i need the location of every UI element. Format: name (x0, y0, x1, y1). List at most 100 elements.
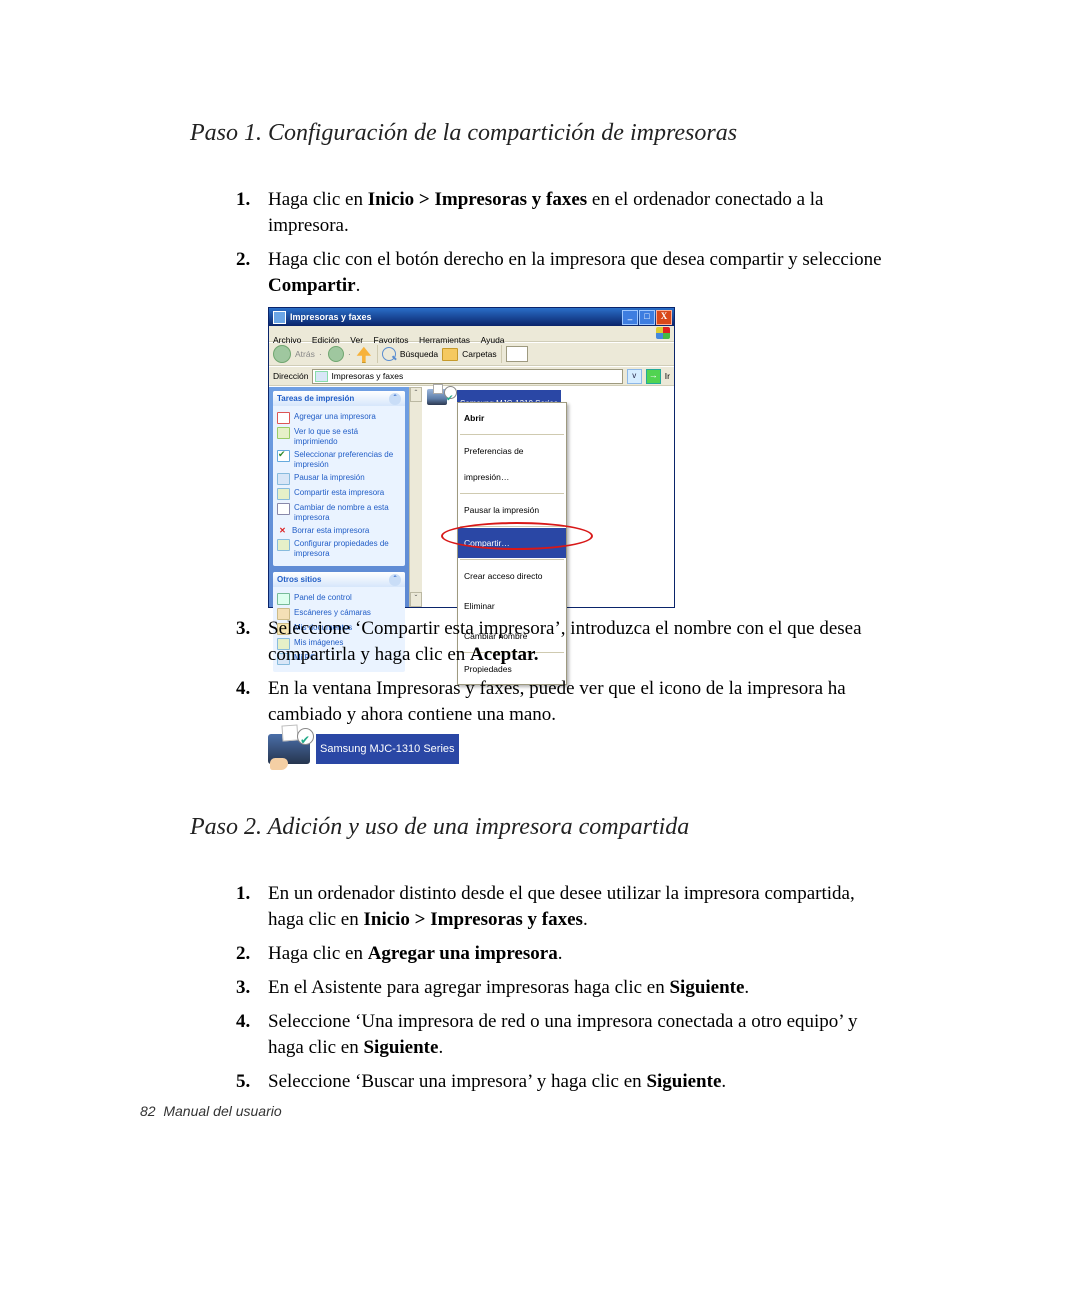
ctx-pausar[interactable]: Pausar la impresión (458, 495, 566, 525)
address-input[interactable]: Impresoras y faxes (312, 369, 622, 384)
menu-ayuda[interactable]: Ayuda (481, 335, 505, 345)
task-label: Compartir esta impresora (294, 488, 384, 498)
share-icon (277, 488, 290, 500)
task-pause[interactable]: Pausar la impresión (277, 471, 401, 486)
text-bold: Siguiente (669, 977, 744, 998)
menu-archivo[interactable]: Archivo (273, 335, 301, 345)
close-button[interactable]: X (656, 310, 672, 325)
text: . (438, 1037, 443, 1058)
text: En el Asistente para agregar impresoras … (268, 977, 669, 998)
text: En la ventana Impresoras y faxes, puede … (268, 678, 846, 725)
separator (460, 526, 564, 527)
folders-icon[interactable] (442, 348, 458, 361)
ctx-abrir[interactable]: Abrir (458, 403, 566, 433)
folder-view[interactable]: Samsung MJC-1310 Series Abrir Preferenci… (422, 387, 674, 607)
panel-header[interactable]: Otros sitios ˆ (273, 572, 405, 587)
text: Seleccione ‘Una impresora de red o una i… (268, 1011, 857, 1058)
panel-title: Otros sitios (277, 567, 321, 593)
task-properties[interactable]: Configurar propiedades deimpresora (277, 537, 401, 560)
task-pane: Tareas de impresión ˆ Agregar una impres… (269, 387, 409, 607)
forward-icon[interactable] (328, 346, 344, 362)
scroll-track[interactable] (410, 402, 422, 592)
views-icon[interactable] (506, 346, 528, 362)
text: Haga clic en (268, 189, 368, 210)
properties-icon (277, 539, 290, 551)
task-preferences[interactable]: Seleccionar preferencias deimpresión (277, 448, 401, 471)
s2-step-5: 5. Seleccione ‘Buscar una impresora’ y h… (268, 1069, 890, 1095)
printer-name-selected: Samsung MJC-1310 Series (316, 734, 459, 764)
default-check-icon (297, 728, 314, 745)
list-number: 5. (236, 1069, 250, 1095)
up-folder-icon[interactable] (355, 345, 373, 363)
list-number: 1. (236, 881, 250, 907)
scrollbar[interactable]: ˆ ˇ (409, 387, 422, 607)
ctx-compartir[interactable]: Compartir… (458, 528, 566, 558)
text: . (744, 977, 749, 998)
text: Seleccione ‘Buscar una impresora’ y haga… (268, 1071, 646, 1092)
task-see-jobs[interactable]: Ver lo que se está imprimiendo (277, 425, 401, 448)
pause-icon (277, 473, 290, 485)
text: . (583, 909, 588, 930)
task-label: Panel de control (294, 593, 352, 603)
printers-icon (273, 311, 286, 324)
text-bold: Siguiente (646, 1071, 721, 1092)
list-number: 2. (236, 941, 250, 967)
ctx-preferencias[interactable]: Preferencias de impresión… (458, 436, 566, 492)
back-icon[interactable] (273, 345, 291, 363)
separator (377, 345, 378, 363)
chevron-up-icon[interactable]: ˆ (389, 393, 401, 405)
section1-list: 1. Haga clic en Inicio > Impresoras y fa… (190, 187, 890, 764)
windows-flag-icon (656, 327, 670, 339)
go-button[interactable]: → (646, 369, 661, 384)
scroll-up-icon[interactable]: ˆ (410, 387, 422, 402)
menu-edicion[interactable]: Edición (312, 335, 340, 345)
address-dropdown[interactable]: v (627, 369, 642, 384)
search-icon[interactable] (382, 347, 396, 361)
chevron-up-icon[interactable]: ˆ (389, 574, 401, 586)
list-number: 1. (236, 187, 250, 213)
maximize-button[interactable]: □ (639, 310, 655, 325)
menu-herramientas[interactable]: Herramientas (419, 335, 470, 345)
text-bold: Siguiente (363, 1037, 438, 1058)
menu-ver[interactable]: Ver (350, 335, 363, 345)
menu-favoritos[interactable]: Favoritos (374, 335, 409, 345)
separator (501, 345, 502, 363)
task-share[interactable]: Compartir esta impresora (277, 486, 401, 501)
ctx-acceso-directo[interactable]: Crear acceso directo (458, 561, 566, 591)
text: . (558, 943, 563, 964)
task-delete[interactable]: ✕Borrar esta impresora (277, 524, 401, 537)
task-label: Seleccionar preferencias deimpresión (294, 450, 393, 470)
page-footer: 82 Manual del usuario (140, 1103, 282, 1119)
scroll-down-icon[interactable]: ˇ (410, 592, 422, 607)
task-label: Agregar una impresora (294, 412, 376, 422)
text-bold: Compartir (268, 275, 356, 296)
task-label: Pausar la impresión (294, 473, 365, 483)
s1-step-3: 3. Seleccione ‘Compartir esta impresora’… (268, 616, 890, 668)
section2-title: Paso 2. Adición y uso de una impresora c… (190, 814, 890, 841)
separator (460, 493, 564, 494)
text-bold: Agregar una impresora (368, 943, 558, 964)
printers-icon (315, 371, 328, 382)
list-number: 4. (236, 1009, 250, 1035)
ctx-label: Compartir… (464, 538, 510, 548)
task-add-printer[interactable]: Agregar una impresora (277, 410, 401, 425)
list-number: 2. (236, 247, 250, 273)
add-printer-icon (277, 412, 290, 424)
text: . (721, 1071, 726, 1092)
panel-title: Tareas de impresión (277, 386, 354, 412)
list-number: 3. (236, 975, 250, 1001)
task-label: Ver lo que se está imprimiendo (294, 427, 401, 447)
manual-page: Paso 1. Configuración de la compartición… (0, 0, 1080, 1309)
titlebar[interactable]: Impresoras y faxes _ □ X (269, 308, 674, 326)
task-rename[interactable]: Cambiar de nombre a estaimpresora (277, 501, 401, 524)
check-icon (277, 450, 290, 462)
text: Seleccione ‘Compartir esta impresora’, i… (268, 618, 862, 665)
minimize-button[interactable]: _ (622, 310, 638, 325)
text-bold: Aceptar. (470, 644, 538, 665)
delete-icon: ✕ (277, 526, 288, 536)
link-control-panel[interactable]: Panel de control (277, 591, 401, 606)
share-hand-icon (270, 758, 288, 770)
text-bold: Inicio > Impresoras y faxes (363, 909, 582, 930)
panel-header[interactable]: Tareas de impresión ˆ (273, 391, 405, 406)
s2-step-2: 2. Haga clic en Agregar una impresora. (268, 941, 890, 967)
